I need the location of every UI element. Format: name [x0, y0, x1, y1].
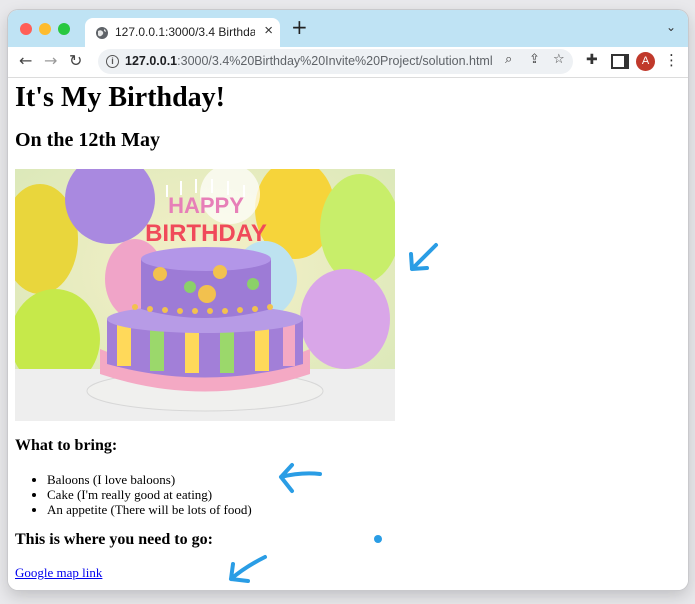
- share-icon[interactable]: ⇪: [529, 52, 540, 67]
- extensions-puzzle-icon[interactable]: ✚: [586, 52, 598, 68]
- zoom-window-button[interactable]: [58, 23, 70, 35]
- page-content: It's My Birthday! On the 12th May HAPPY …: [8, 78, 688, 590]
- info-icon[interactable]: i: [106, 55, 119, 68]
- browser-tab[interactable]: 127.0.0.1:3000/3.4 Birthday Invite Proje…: [85, 18, 280, 47]
- minimize-window-button[interactable]: [39, 23, 51, 35]
- side-panel-icon[interactable]: [611, 54, 629, 69]
- menu-kebab-icon[interactable]: ⋮: [664, 51, 679, 69]
- tab-bar: 127.0.0.1:3000/3.4 Birthday Invite Proje…: [8, 10, 688, 47]
- arrow-left-icon: [279, 463, 322, 493]
- address-bar[interactable]: i 127.0.0.1:3000/3.4%20Birthday%20Invite…: [98, 49, 573, 74]
- bring-heading: What to bring:: [15, 437, 118, 454]
- zoom-icon[interactable]: ⌕: [505, 52, 512, 67]
- arrow-down-left-icon: [409, 243, 438, 271]
- cake-topper-happy: HAPPY: [168, 193, 244, 218]
- location-heading: This is where you need to go:: [15, 531, 213, 548]
- list-item: Cake (I'm really good at eating): [47, 487, 252, 502]
- birthday-cake-image: HAPPY BIRTHDAY: [15, 169, 395, 421]
- google-map-link[interactable]: Google map link: [15, 565, 102, 581]
- new-tab-icon[interactable]: +: [291, 15, 308, 39]
- back-arrow-icon[interactable]: ←: [19, 51, 32, 70]
- browser-toolbar: ← → ↻ i 127.0.0.1:3000/3.4%20Birthday%20…: [8, 47, 688, 78]
- page-title: It's My Birthday!: [15, 82, 225, 113]
- close-window-button[interactable]: [20, 23, 32, 35]
- bring-list: Baloons (I love baloons) Cake (I'm reall…: [15, 472, 252, 517]
- url-host: 127.0.0.1: [125, 54, 178, 68]
- forward-arrow-icon[interactable]: →: [44, 51, 57, 70]
- browser-window: 127.0.0.1:3000/3.4 Birthday Invite Proje…: [8, 10, 688, 590]
- url-text[interactable]: 127.0.0.1:3000/3.4%20Birthday%20Invite%2…: [125, 54, 493, 68]
- arrow-down-left-icon: [229, 555, 267, 583]
- tab-title: 127.0.0.1:3000/3.4 Birthday Invite Proje…: [115, 25, 255, 39]
- cake-topper-birthday: BIRTHDAY: [145, 220, 267, 247]
- chevron-down-icon[interactable]: ⌄: [666, 20, 676, 34]
- url-path: :3000/3.4%20Birthday%20Invite%20Project/…: [177, 54, 493, 68]
- globe-icon: [96, 27, 108, 39]
- bookmark-star-icon[interactable]: ☆: [553, 52, 565, 67]
- list-item: An appetite (There will be lots of food): [47, 502, 252, 517]
- list-item: Baloons (I love baloons): [47, 472, 252, 487]
- profile-avatar[interactable]: A: [636, 52, 655, 71]
- date-heading: On the 12th May: [15, 129, 160, 151]
- close-tab-icon[interactable]: ×: [264, 22, 273, 39]
- dot-icon: [374, 535, 382, 543]
- reload-icon[interactable]: ↻: [69, 51, 82, 70]
